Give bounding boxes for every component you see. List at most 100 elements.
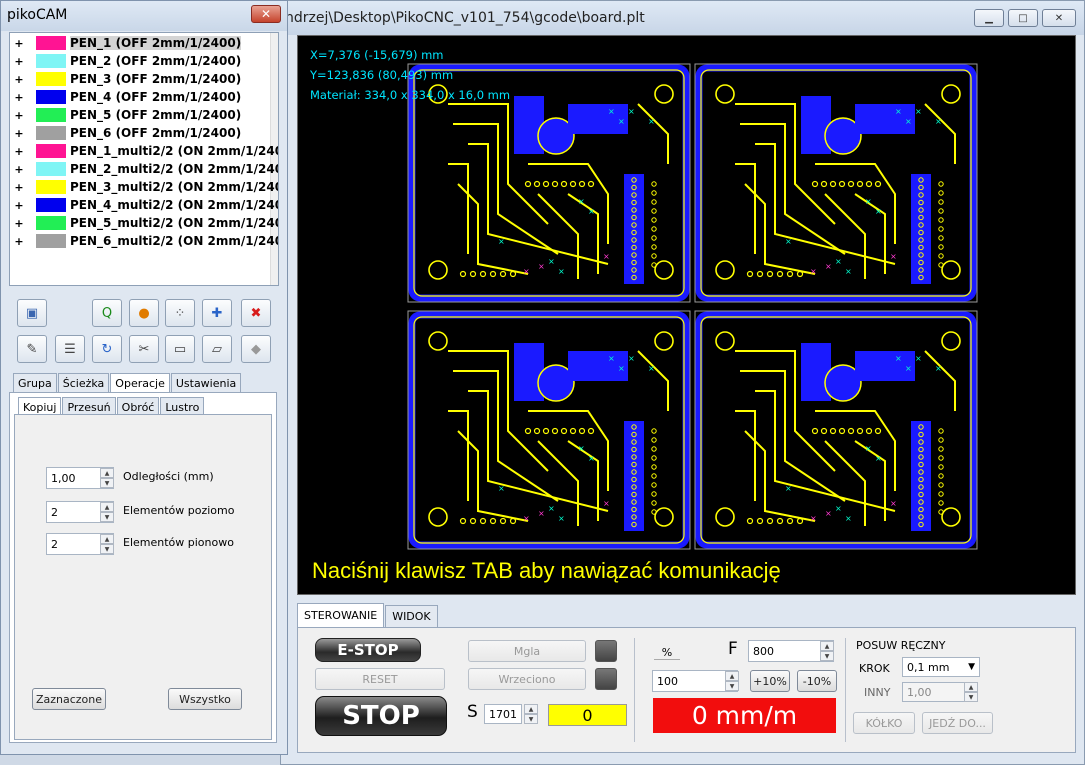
minus10-button[interactable]: -10% xyxy=(797,670,837,692)
trace xyxy=(448,410,469,501)
reset-button[interactable]: RESET xyxy=(315,668,445,690)
ruler-button[interactable]: ▭ xyxy=(165,335,195,363)
pad xyxy=(469,270,477,278)
expand-icon[interactable]: + xyxy=(12,73,26,86)
feed-stepper[interactable]: ▲ ▼ xyxy=(820,641,834,661)
poziomo-stepper[interactable]: ▲ ▼ xyxy=(100,502,114,522)
tab-operacje[interactable]: Operacje xyxy=(110,373,170,393)
pad xyxy=(938,455,944,461)
coord-x-readout: X=7,376 (-15,679) mm xyxy=(310,48,444,62)
pen-list-item[interactable]: + PEN_6 (OFF 2mm/1/2400) xyxy=(10,124,241,142)
pionowo-stepper[interactable]: ▲ ▼ xyxy=(100,534,114,554)
pen-list-item[interactable]: + PEN_3 (OFF 2mm/1/2400) xyxy=(10,70,241,88)
expand-icon[interactable]: + xyxy=(12,145,26,158)
wrzeciono-button[interactable]: Wrzeciono xyxy=(468,668,586,690)
pen-list-item[interactable]: + PEN_2 (OFF 2mm/1/2400) xyxy=(10,52,241,70)
expand-icon[interactable]: + xyxy=(12,91,26,104)
pen-list-item[interactable]: + PEN_4 (OFF 2mm/1/2400) xyxy=(10,88,241,106)
expand-icon[interactable]: + xyxy=(12,109,26,122)
pen-list-item[interactable]: + PEN_6_multi2/2 (ON 2mm/1/2400 xyxy=(10,232,278,250)
zaznaczone-button[interactable]: Zaznaczone xyxy=(32,688,106,710)
expand-icon[interactable]: + xyxy=(12,217,26,230)
q-button[interactable]: Q xyxy=(92,299,122,327)
drill-mark: × xyxy=(558,267,565,276)
pad xyxy=(938,500,944,506)
mgla-indicator xyxy=(595,640,617,662)
box-button[interactable]: ◆ xyxy=(241,335,271,363)
minimize-button[interactable]: ▁ xyxy=(974,9,1004,27)
trace xyxy=(735,163,756,254)
estop-button[interactable]: E-STOP xyxy=(315,638,421,662)
pad xyxy=(651,190,657,196)
pad xyxy=(587,180,595,188)
pad xyxy=(938,226,944,232)
pen-list-item[interactable]: + PEN_5_multi2/2 (ON 2mm/1/2400 xyxy=(10,214,278,232)
pen-list-item[interactable]: + PEN_2_multi2/2 (ON 2mm/1/2400 xyxy=(10,160,278,178)
cut-button[interactable]: ✂ xyxy=(129,335,159,363)
tab-sciezka[interactable]: Ścieżka xyxy=(57,373,110,393)
plus10-button[interactable]: +10% xyxy=(750,670,790,692)
jedz-do-button[interactable]: JEDŹ DO... xyxy=(922,712,993,734)
mgla-button[interactable]: Mgla xyxy=(468,640,586,662)
depth-button[interactable]: ▱ xyxy=(202,335,232,363)
tab-widok[interactable]: WIDOK xyxy=(385,605,438,627)
percent-stepper[interactable]: ▲ ▼ xyxy=(725,671,739,691)
tool-button[interactable]: ● xyxy=(129,299,159,327)
pen-list-item[interactable]: + PEN_5 (OFF 2mm/1/2400) xyxy=(10,106,241,124)
trace xyxy=(854,440,886,521)
pen-list-item[interactable]: + PEN_1 (OFF 2mm/1/2400) xyxy=(10,34,242,52)
pen-list-item[interactable]: + PEN_1_multi2/2 (ON 2mm/1/2400 xyxy=(10,142,278,160)
points-button[interactable]: ⁘ xyxy=(165,299,195,327)
mount-hole xyxy=(654,507,674,527)
expand-icon[interactable]: + xyxy=(12,163,26,176)
expand-icon[interactable]: + xyxy=(12,181,26,194)
save-button[interactable]: ▣ xyxy=(17,299,47,327)
align-button[interactable]: ☰ xyxy=(55,335,85,363)
spindle-speed-stepper[interactable]: ▲ ▼ xyxy=(524,704,538,724)
trace xyxy=(815,163,896,244)
pen-color-swatch xyxy=(36,144,66,158)
expand-icon[interactable]: + xyxy=(12,37,26,50)
pikocam-close-button[interactable]: ✕ xyxy=(251,5,281,23)
pcb-preview: ××××××××××××××××××××××××××××××××××××××××… xyxy=(407,63,978,550)
trace xyxy=(637,103,669,164)
expand-icon[interactable]: + xyxy=(12,55,26,68)
krok-select[interactable]: 0,1 mm ▼ xyxy=(902,657,980,677)
main-window: ndrzej\Desktop\PikoCNC_v101_754\gcode\bo… xyxy=(280,0,1085,765)
copper-pour xyxy=(514,96,544,154)
odleglosc-stepper[interactable]: ▲ ▼ xyxy=(100,468,114,488)
tab-ustawienia[interactable]: Ustawienia xyxy=(170,373,242,393)
mount-hole xyxy=(428,331,448,351)
tab-sterowanie[interactable]: STEROWANIE xyxy=(297,603,385,627)
odleglosc-label: Odległości (mm) xyxy=(123,470,214,483)
pad xyxy=(796,270,804,278)
kolko-button[interactable]: KÓŁKO xyxy=(853,712,915,734)
mount-hole xyxy=(715,84,735,104)
wszystko-button[interactable]: Wszystko xyxy=(168,688,242,710)
inny-stepper[interactable]: ▲ ▼ xyxy=(964,682,978,702)
wrench-button[interactable]: ✎ xyxy=(17,335,47,363)
tab-grupa[interactable]: Grupa xyxy=(13,373,57,393)
pen-list-item[interactable]: + PEN_4_multi2/2 (ON 2mm/1/2400 xyxy=(10,196,278,214)
expand-icon[interactable]: + xyxy=(12,235,26,248)
expand-icon[interactable]: + xyxy=(12,199,26,212)
spindle-speed-input[interactable]: 1701 xyxy=(484,704,522,724)
expand-icon[interactable]: + xyxy=(12,127,26,140)
pionowo-label: Elementów pionowo xyxy=(123,536,234,549)
close-button[interactable]: ✕ xyxy=(1042,9,1076,27)
trace xyxy=(528,410,609,491)
board-outline xyxy=(694,310,978,550)
pad xyxy=(651,464,657,470)
pen-list-item[interactable]: + PEN_3_multi2/2 (ON 2mm/1/2400 xyxy=(10,178,278,196)
drill-mark: × xyxy=(810,514,817,523)
toolpath-canvas[interactable]: × × × × × × × × × × × × × × × × × × × × × × × × × × × × × × × × × × × × × × × ×… xyxy=(297,35,1076,595)
trace xyxy=(468,143,609,265)
stop-button[interactable]: STOP xyxy=(315,696,447,736)
delete-button[interactable]: ✖ xyxy=(241,299,271,327)
refresh-button[interactable]: ↻ xyxy=(92,335,122,363)
add-button[interactable]: ✚ xyxy=(202,299,232,327)
pad xyxy=(746,517,754,525)
points-icon: ⁘ xyxy=(174,305,186,321)
pad xyxy=(786,270,794,278)
maximize-button[interactable]: □ xyxy=(1008,9,1038,27)
